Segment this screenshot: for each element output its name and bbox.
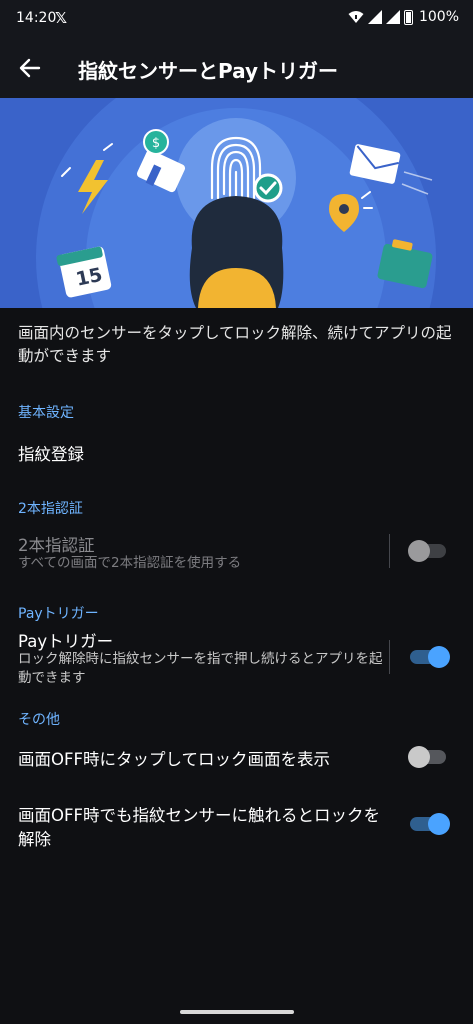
x-app-icon: 𝕏 bbox=[55, 9, 68, 27]
battery-percent: 100% bbox=[418, 9, 459, 25]
divider bbox=[389, 640, 390, 674]
check-icon bbox=[253, 173, 283, 203]
toggle-knob bbox=[408, 746, 430, 768]
page-title: 指紋センサーとPayトリガー bbox=[78, 59, 339, 83]
two-finger-toggle[interactable] bbox=[408, 540, 446, 562]
fingerprint-register-item[interactable]: 指紋登録 bbox=[18, 441, 84, 465]
two-finger-subtitle: すべての画面で2本指認証を使用する bbox=[18, 555, 242, 571]
section-header-pay-trigger: Payトリガー bbox=[18, 606, 99, 622]
wifi-icon bbox=[348, 11, 364, 23]
two-finger-title[interactable]: 2本指認証 bbox=[18, 532, 95, 556]
divider bbox=[389, 534, 390, 568]
person-illustration bbox=[189, 196, 284, 308]
section-header-other: その他 bbox=[18, 712, 60, 728]
back-arrow-icon[interactable] bbox=[14, 54, 46, 82]
toggle-knob bbox=[428, 813, 450, 835]
app-bar: 指紋センサーとPayトリガー bbox=[0, 38, 473, 98]
screen-off-tap-title[interactable]: 画面OFF時にタップしてロック画面を表示 bbox=[18, 746, 330, 770]
svg-text:$: $ bbox=[152, 136, 160, 151]
hero-illustration: $ 15 bbox=[0, 98, 473, 308]
status-time: 14:20 bbox=[16, 10, 57, 26]
battery-icon bbox=[403, 9, 413, 25]
status-bar: 14:20 𝕏 100% bbox=[0, 0, 473, 38]
signal-icon-2 bbox=[385, 10, 400, 24]
section-header-basic: 基本設定 bbox=[18, 405, 74, 421]
section-header-two-finger: 2本指認証 bbox=[18, 501, 83, 517]
screen-off-unlock-title[interactable]: 画面OFF時でも指紋センサーに触れるとロックを解除 bbox=[18, 804, 388, 852]
signal-icon-1 bbox=[367, 10, 382, 24]
description-text: 画面内のセンサーをタップしてロック解除、続けてアプリの起動ができます bbox=[18, 324, 452, 365]
hero-graphic: $ 15 bbox=[0, 98, 473, 308]
screen-off-unlock-toggle[interactable] bbox=[410, 813, 450, 835]
pay-trigger-subtitle: ロック解除時に指紋センサーを指で押し続けるとアプリを起動できます bbox=[18, 651, 383, 686]
toggle-knob bbox=[408, 540, 430, 562]
status-icons: 100% bbox=[348, 9, 459, 25]
toggle-knob bbox=[428, 646, 450, 668]
pay-trigger-title[interactable]: Payトリガー bbox=[18, 628, 113, 652]
gesture-nav-handle[interactable] bbox=[180, 1010, 294, 1014]
pay-trigger-toggle[interactable] bbox=[410, 646, 450, 668]
screen-off-tap-toggle[interactable] bbox=[408, 746, 446, 768]
